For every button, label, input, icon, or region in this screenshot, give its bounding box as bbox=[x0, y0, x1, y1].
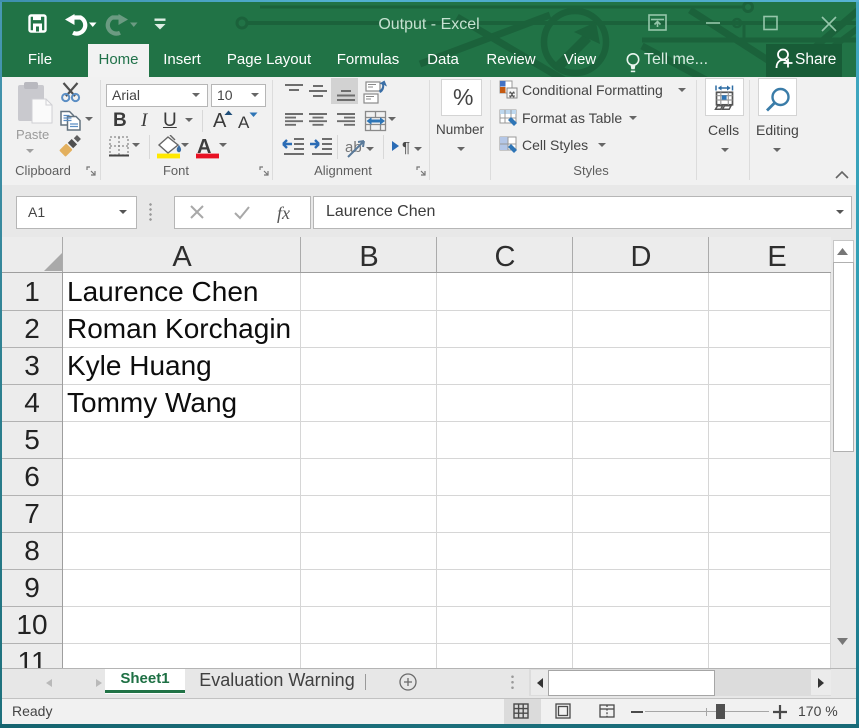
svg-text:¶: ¶ bbox=[402, 139, 410, 156]
svg-text:fx: fx bbox=[277, 203, 290, 223]
